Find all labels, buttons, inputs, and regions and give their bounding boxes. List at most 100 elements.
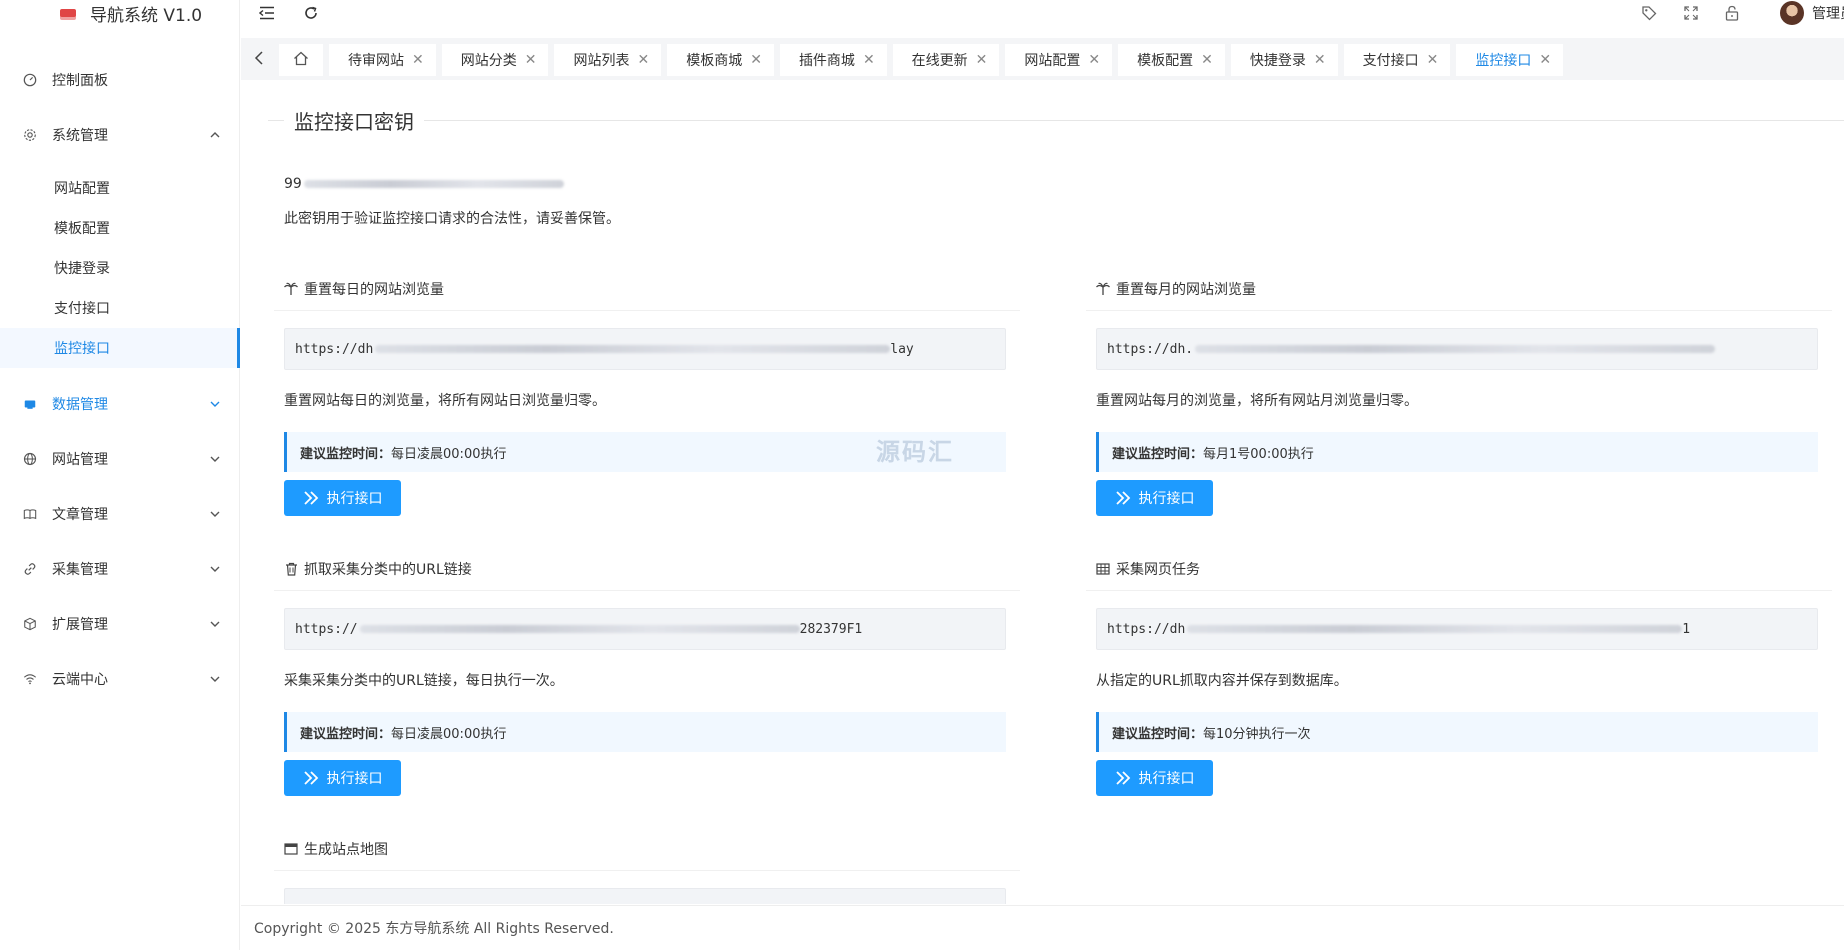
lock-icon[interactable] (1723, 4, 1741, 22)
sidebar-nav: 控制面板 系统管理 网站配置 模板配置 快捷登录 支付接口 监控接口 数据管理 (0, 52, 240, 706)
sidebar-subitem-monitor[interactable]: 监控接口 (0, 328, 240, 368)
tab-quick-login[interactable]: 快捷登录 ✕ (1230, 44, 1338, 76)
execute-api-button[interactable]: 执行接口 (284, 760, 401, 796)
tab-site-config[interactable]: 网站配置 ✕ (1005, 44, 1113, 76)
sidebar-item-system[interactable]: 系统管理 (0, 107, 240, 162)
close-icon[interactable]: ✕ (1427, 52, 1439, 68)
close-icon[interactable]: ✕ (412, 52, 424, 68)
app-logo[interactable]: 导航系统 V1.0 (60, 0, 202, 26)
sidebar-item-article[interactable]: 文章管理 (0, 486, 240, 541)
monitor-icon (22, 396, 38, 412)
sidebar-item-dashboard[interactable]: 控制面板 (0, 52, 240, 107)
menu-fold-icon[interactable] (258, 4, 276, 22)
chevron-down-icon (208, 672, 222, 686)
fullscreen-icon[interactable] (1682, 4, 1700, 22)
redacted-text (1187, 625, 1683, 633)
tab-template-store[interactable]: 模板商城 ✕ (667, 44, 774, 76)
tab-site-category[interactable]: 网站分类 ✕ (441, 44, 549, 76)
tab-payment[interactable]: 支付接口 ✕ (1343, 44, 1451, 76)
tab-bar: 待审网站 ✕ 网站分类 ✕ 网站列表 ✕ 模板商城 ✕ 插件商城 ✕ 在线更新 ✕ 网站配置… (241, 38, 1844, 80)
sidebar-item-collect[interactable]: 采集管理 (0, 541, 240, 596)
tab-template-config[interactable]: 模板配置 ✕ (1118, 44, 1225, 76)
wifi-icon (22, 671, 38, 687)
app-title: 导航系统 V1.0 (90, 5, 203, 26)
link-icon (22, 561, 38, 577)
top-header (241, 0, 1844, 27)
api-key-description: 此密钥用于验证监控接口请求的合法性，请妥善保管。 (284, 211, 620, 227)
card-title: 重置每月的网站浏览量 (1116, 282, 1256, 298)
tag-icon[interactable] (1640, 4, 1658, 22)
sidebar-item-data[interactable]: 数据管理 (0, 376, 240, 431)
card-generate-sitemap: 生成站点地图 (254, 838, 1020, 904)
sidebar-item-label: 扩展管理 (52, 616, 108, 633)
logo-icon (60, 9, 76, 17)
execute-api-button[interactable]: 执行接口 (284, 480, 401, 516)
execute-api-button[interactable]: 执行接口 (1096, 760, 1213, 796)
api-url-field[interactable]: https:// 282379F1 (284, 608, 1006, 650)
close-icon[interactable]: ✕ (525, 52, 537, 68)
card-collect-web-task: 采集网页任务 https://dh 1 从指定的URL抓取内容并保存到数据库。 … (1066, 558, 1832, 818)
close-icon[interactable]: ✕ (637, 52, 649, 68)
api-key-value[interactable]: 99 (284, 176, 564, 192)
chevron-down-icon (208, 452, 222, 466)
double-chevron-right-icon (1115, 770, 1131, 786)
palm-tree-icon (284, 282, 298, 296)
api-url-field[interactable]: https://dh lay (284, 328, 1006, 370)
tab-list: 待审网站 ✕ 网站分类 ✕ 网站列表 ✕ 模板商城 ✕ 插件商城 ✕ 在线更新 ✕ 网站配置… (279, 44, 1564, 76)
tab-monitor[interactable]: 监控接口 ✕ (1456, 44, 1564, 76)
redacted-text (1195, 345, 1716, 353)
sidebar-item-label: 数据管理 (52, 396, 108, 413)
close-icon[interactable]: ✕ (1088, 52, 1100, 68)
card-description: 重置网站每月的浏览量，将所有网站月浏览量归零。 (1096, 393, 1418, 409)
close-icon[interactable]: ✕ (1314, 52, 1326, 68)
main-content: 监控接口密钥 99 此密钥用于验证监控接口请求的合法性，请妥善保管。 重置每日的… (254, 94, 1844, 904)
tab-pending-sites[interactable]: 待审网站 ✕ (329, 44, 436, 76)
chevron-down-icon (208, 507, 222, 521)
sidebar-item-cloud[interactable]: 云端中心 (0, 651, 240, 706)
recommended-time-tip: 建议监控时间： 每日凌晨00:00执行 (284, 712, 1006, 752)
api-url-field[interactable]: https://dh. (1096, 328, 1818, 370)
close-icon[interactable]: ✕ (1539, 52, 1551, 68)
sidebar-item-extension[interactable]: 扩展管理 (0, 596, 240, 651)
sidebar-subitem-payment[interactable]: 支付接口 (0, 288, 240, 328)
card-description: 重置网站每日的浏览量，将所有网站日浏览量归零。 (284, 393, 606, 409)
close-icon[interactable]: ✕ (863, 52, 875, 68)
tab-site-list[interactable]: 网站列表 ✕ (554, 44, 662, 76)
admin-name: 管理员 (1812, 6, 1844, 22)
sidebar-item-label: 网站管理 (52, 451, 108, 468)
refresh-icon[interactable] (302, 4, 320, 22)
divider (274, 590, 1020, 591)
sidebar-subitem-quick-login[interactable]: 快捷登录 (0, 248, 240, 288)
chevron-down-icon (208, 562, 222, 576)
tab-plugin-store[interactable]: 插件商城 ✕ (779, 44, 887, 76)
chevron-left-icon[interactable] (249, 48, 269, 68)
close-icon[interactable]: ✕ (1201, 52, 1213, 68)
sidebar-item-label: 系统管理 (52, 127, 108, 144)
api-url-field[interactable] (284, 888, 1006, 904)
tab-home[interactable] (279, 44, 323, 76)
redacted-text (303, 180, 564, 188)
recommended-time-tip: 建议监控时间： 每10分钟执行一次 (1096, 712, 1818, 752)
table-icon (1096, 562, 1110, 576)
sidebar-item-label: 云端中心 (52, 671, 108, 688)
card-reset-monthly: 重置每月的网站浏览量 https://dh. 重置网站每月的浏览量，将所有网站月… (1066, 278, 1832, 538)
api-url-field[interactable]: https://dh 1 (1096, 608, 1818, 650)
footer: Copyright © 2025 东方导航系统 All Rights Reser… (241, 905, 1844, 950)
copyright-text: Copyright © 2025 东方导航系统 All Rights Reser… (254, 921, 614, 937)
double-chevron-right-icon (1115, 490, 1131, 506)
redacted-text (359, 625, 800, 633)
card-title: 采集网页任务 (1116, 562, 1200, 578)
sidebar-item-website[interactable]: 网站管理 (0, 431, 240, 486)
close-icon[interactable]: ✕ (750, 52, 762, 68)
chevron-down-icon (208, 617, 222, 631)
sidebar-item-label: 采集管理 (52, 561, 108, 578)
admin-menu[interactable]: 管理员 (1780, 0, 1844, 26)
sidebar-subitem-template-config[interactable]: 模板配置 (0, 208, 240, 248)
close-icon[interactable]: ✕ (976, 52, 988, 68)
sidebar-subitem-site-config[interactable]: 网站配置 (0, 168, 240, 208)
tab-online-update[interactable]: 在线更新 ✕ (892, 44, 1000, 76)
divider (1086, 590, 1832, 591)
execute-api-button[interactable]: 执行接口 (1096, 480, 1213, 516)
redacted-text (375, 345, 891, 353)
double-chevron-right-icon (303, 490, 319, 506)
